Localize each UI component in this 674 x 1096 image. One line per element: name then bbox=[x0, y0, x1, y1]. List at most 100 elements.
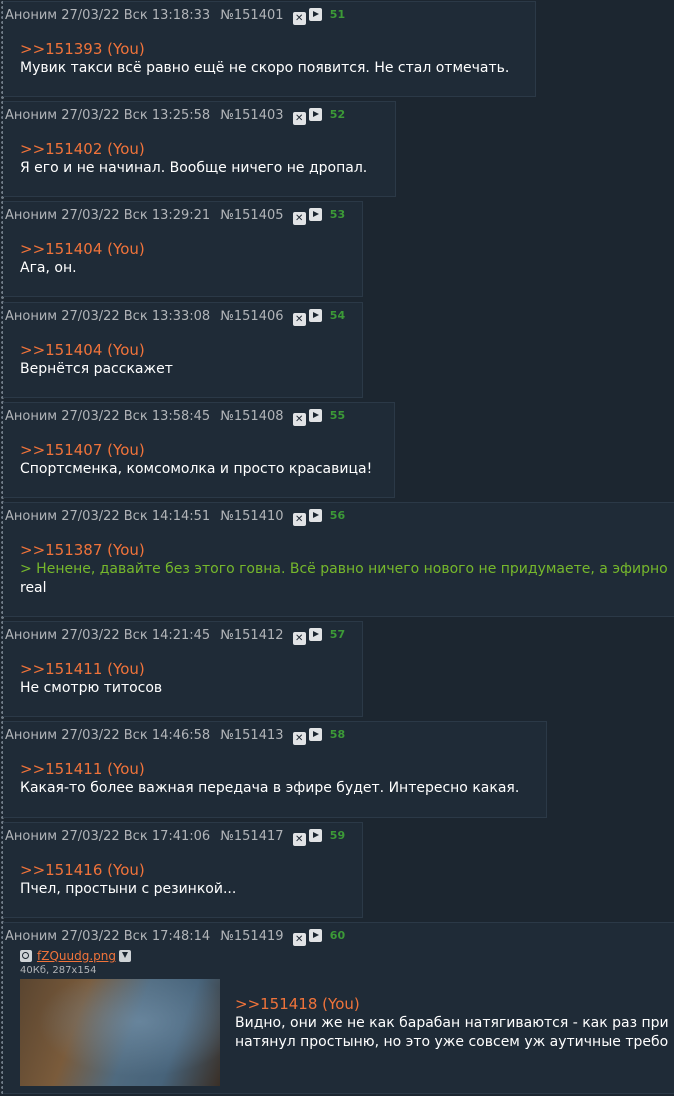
post: Аноним 27/03/22 Вск 14:21:45 №151412 ✕ 5… bbox=[3, 621, 363, 717]
reply-link[interactable]: >>151416 (You) bbox=[20, 861, 236, 880]
quote-line: > Ненене, давайте без этого говна. Всё р… bbox=[20, 561, 668, 577]
post-date: 27/03/22 Вск 17:48:14 bbox=[61, 929, 211, 944]
play-icon[interactable] bbox=[308, 509, 322, 522]
post-author: Аноним bbox=[5, 929, 58, 944]
post-number-link[interactable]: №151412 bbox=[220, 628, 283, 643]
post-counter: 55 bbox=[329, 409, 346, 422]
download-icon[interactable] bbox=[119, 950, 131, 962]
file-meta: 40Кб, 287x154 bbox=[20, 965, 97, 976]
post-author: Аноним bbox=[5, 728, 58, 743]
hide-post-icon[interactable]: ✕ bbox=[292, 313, 306, 326]
play-icon[interactable] bbox=[308, 309, 322, 322]
post-counter: 60 bbox=[329, 929, 346, 942]
hide-post-icon[interactable]: ✕ bbox=[292, 413, 306, 426]
post-details: Аноним 27/03/22 Вск 13:29:21 №151405 ✕ 5… bbox=[5, 207, 345, 225]
post-message: >>151418 (You) Видно, они же не как бара… bbox=[235, 995, 669, 1052]
hide-post-icon[interactable]: ✕ bbox=[292, 933, 306, 946]
post-message: >>151387 (You) > Ненене, давайте без это… bbox=[20, 541, 668, 598]
post-number-link[interactable]: №151417 bbox=[220, 829, 283, 844]
post: Аноним 27/03/22 Вск 13:58:45 №151408 ✕ 5… bbox=[3, 402, 395, 498]
post-counter: 53 bbox=[329, 208, 346, 221]
message-line: Не смотрю титосов bbox=[20, 680, 163, 696]
post-counter: 58 bbox=[329, 728, 346, 741]
post-counter: 54 bbox=[329, 309, 346, 322]
post-counter: 56 bbox=[329, 509, 346, 522]
post: Аноним 27/03/22 Вск 14:14:51 №151410 ✕ 5… bbox=[3, 502, 674, 617]
reply-link[interactable]: >>151407 (You) bbox=[20, 441, 372, 460]
reply-link[interactable]: >>151387 (You) bbox=[20, 541, 668, 560]
post-number-link[interactable]: №151419 bbox=[220, 929, 283, 944]
play-icon[interactable] bbox=[308, 929, 322, 942]
hide-post-icon[interactable]: ✕ bbox=[292, 732, 306, 745]
post-details: Аноним 27/03/22 Вск 14:21:45 №151412 ✕ 5… bbox=[5, 627, 345, 645]
post-date: 27/03/22 Вск 14:21:45 bbox=[61, 628, 211, 643]
post: Аноним 27/03/22 Вск 13:29:21 №151405 ✕ 5… bbox=[3, 201, 363, 297]
hide-post-icon[interactable]: ✕ bbox=[292, 12, 306, 25]
message-line: real bbox=[20, 580, 47, 596]
post-message: >>151407 (You) Спортсменка, комсомолка и… bbox=[20, 441, 372, 479]
reply-link[interactable]: >>151411 (You) bbox=[20, 760, 519, 779]
post-date: 27/03/22 Вск 13:58:45 bbox=[61, 409, 211, 424]
post-counter: 57 bbox=[329, 628, 346, 641]
play-icon[interactable] bbox=[308, 829, 322, 842]
hide-post-icon[interactable]: ✕ bbox=[292, 632, 306, 645]
post-author: Аноним bbox=[5, 108, 58, 123]
hide-post-icon[interactable]: ✕ bbox=[292, 513, 306, 526]
post-message: >>151411 (You) Какая-то более важная пер… bbox=[20, 760, 519, 798]
post-author: Аноним bbox=[5, 8, 58, 23]
post-message: >>151411 (You) Не смотрю титосов bbox=[20, 660, 162, 698]
file-info: fZQuudg.png bbox=[20, 949, 131, 963]
post-date: 27/03/22 Вск 17:41:06 bbox=[61, 829, 211, 844]
post-message: >>151402 (You) Я его и не начинал. Вообщ… bbox=[20, 140, 367, 178]
message-line: Мувик такси всё равно ещё не скоро появи… bbox=[20, 60, 510, 76]
post: Аноним 27/03/22 Вск 17:41:06 №151417 ✕ 5… bbox=[3, 822, 363, 918]
image-thumbnail[interactable] bbox=[20, 979, 220, 1086]
post-date: 27/03/22 Вск 14:46:58 bbox=[61, 728, 211, 743]
post-number-link[interactable]: №151405 bbox=[220, 208, 283, 223]
post-number-link[interactable]: №151403 bbox=[220, 108, 283, 123]
hide-post-icon[interactable]: ✕ bbox=[292, 112, 306, 125]
post-message: >>151404 (You) Вернётся расскажет bbox=[20, 341, 173, 379]
reply-link[interactable]: >>151404 (You) bbox=[20, 240, 145, 259]
reply-link[interactable]: >>151404 (You) bbox=[20, 341, 173, 360]
post-details: Аноним 27/03/22 Вск 17:48:14 №151419 ✕ 6… bbox=[5, 928, 345, 946]
reply-link[interactable]: >>151402 (You) bbox=[20, 140, 367, 159]
post-message: >>151393 (You) Мувик такси всё равно ещё… bbox=[20, 40, 509, 78]
play-icon[interactable] bbox=[308, 208, 322, 221]
post-date: 27/03/22 Вск 13:29:21 bbox=[61, 208, 211, 223]
message-line: Ага, он. bbox=[20, 260, 77, 276]
post-number-link[interactable]: №151413 bbox=[220, 728, 283, 743]
search-icon[interactable] bbox=[20, 950, 32, 962]
post-date: 27/03/22 Вск 13:18:33 bbox=[61, 8, 211, 23]
hide-post-icon[interactable]: ✕ bbox=[292, 212, 306, 225]
message-line: Я его и не начинал. Вообще ничего не дро… bbox=[20, 160, 368, 176]
play-icon[interactable] bbox=[308, 409, 322, 422]
post-number-link[interactable]: №151401 bbox=[220, 8, 283, 23]
play-icon[interactable] bbox=[308, 728, 322, 741]
message-line: Какая-то более важная передача в эфире б… bbox=[20, 780, 520, 796]
message-line: Пчел, простыни с резинкой... bbox=[20, 881, 237, 897]
reply-link[interactable]: >>151411 (You) bbox=[20, 660, 162, 679]
message-line: Спортсменка, комсомолка и просто красави… bbox=[20, 461, 373, 477]
play-icon[interactable] bbox=[308, 628, 322, 641]
post-number-link[interactable]: №151410 bbox=[220, 509, 283, 524]
post: Аноним 27/03/22 Вск 13:33:08 №151406 ✕ 5… bbox=[3, 302, 363, 398]
reply-link[interactable]: >>151418 (You) bbox=[235, 995, 669, 1014]
post-details: Аноним 27/03/22 Вск 17:41:06 №151417 ✕ 5… bbox=[5, 828, 345, 846]
post-number-link[interactable]: №151406 bbox=[220, 309, 283, 324]
play-icon[interactable] bbox=[308, 8, 322, 21]
post-author: Аноним bbox=[5, 829, 58, 844]
post-author: Аноним bbox=[5, 509, 58, 524]
reply-link[interactable]: >>151393 (You) bbox=[20, 40, 509, 59]
message-line: Вернётся расскажет bbox=[20, 361, 173, 377]
post-date: 27/03/22 Вск 13:33:08 bbox=[61, 309, 211, 324]
file-name-link[interactable]: fZQuudg.png bbox=[37, 949, 116, 963]
play-icon[interactable] bbox=[308, 108, 322, 121]
post-details: Аноним 27/03/22 Вск 13:58:45 №151408 ✕ 5… bbox=[5, 408, 345, 426]
message-line: Видно, они же не как барабан натягиваютс… bbox=[235, 1015, 669, 1031]
post-author: Аноним bbox=[5, 309, 58, 324]
post-counter: 52 bbox=[329, 108, 346, 121]
post: Аноним 27/03/22 Вск 13:25:58 №151403 ✕ 5… bbox=[3, 101, 396, 197]
post-number-link[interactable]: №151408 bbox=[220, 409, 283, 424]
hide-post-icon[interactable]: ✕ bbox=[292, 833, 306, 846]
